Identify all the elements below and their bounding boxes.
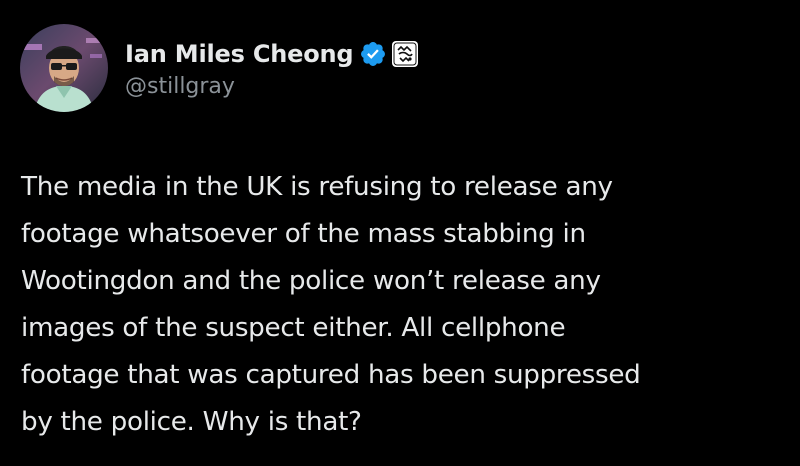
tweet-text-line: Wootingdon and the police won’t release … xyxy=(21,266,601,296)
verified-badge-icon[interactable] xyxy=(359,40,387,68)
avatar[interactable] xyxy=(20,24,108,112)
tweet-body: The media in the UK is refusing to relea… xyxy=(21,164,781,446)
affiliate-badge-icon[interactable] xyxy=(391,40,419,68)
author-display-name[interactable]: Ian Miles Cheong xyxy=(125,40,354,68)
name-row: Ian Miles Cheong xyxy=(125,36,419,72)
tweet-text-line: footage whatsoever of the mass stabbing … xyxy=(21,219,586,249)
author-identity: Ian Miles Cheong @stillgray xyxy=(125,36,419,99)
tweet-text-line: footage that was captured has been suppr… xyxy=(21,360,641,390)
tweet-card: Ian Miles Cheong @stillgray The media in… xyxy=(0,0,800,466)
author-handle[interactable]: @stillgray xyxy=(125,74,419,99)
tweet-text-line: by the police. Why is that? xyxy=(21,407,362,437)
avatar-image xyxy=(20,24,108,112)
tweet-text-line: images of the suspect either. All cellph… xyxy=(21,313,566,343)
tweet-text-line: The media in the UK is refusing to relea… xyxy=(21,172,613,202)
tweet-header: Ian Miles Cheong @stillgray xyxy=(20,24,419,112)
